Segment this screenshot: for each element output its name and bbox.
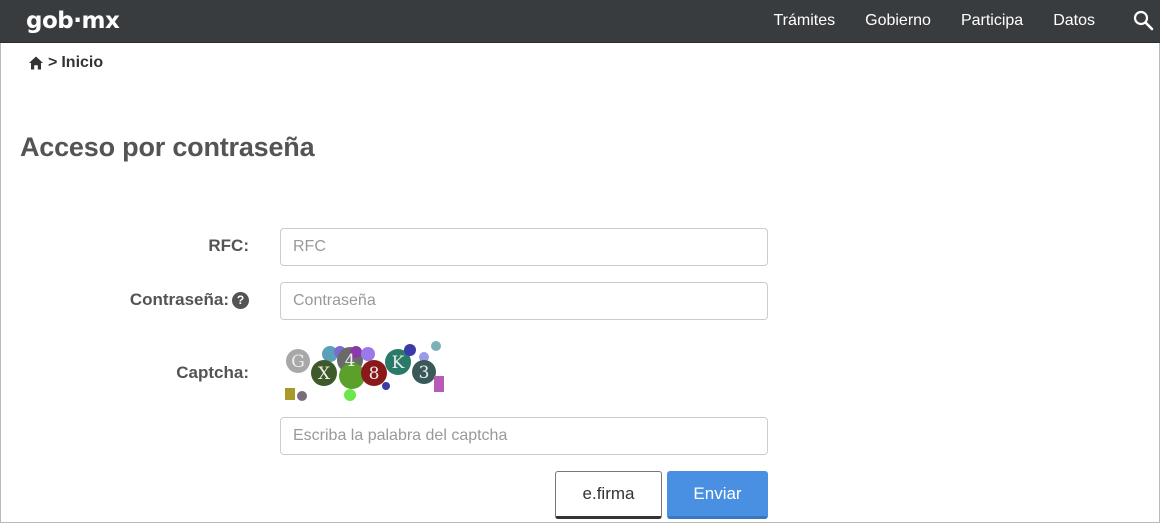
efirma-button[interactable]: e.firma — [555, 471, 662, 519]
captcha-label: Captcha: — [176, 363, 249, 383]
main-nav: Trámites Gobierno Participa Datos — [758, 0, 1110, 42]
breadcrumb-current[interactable]: Inicio — [61, 54, 103, 72]
captcha-char-3: 4 — [345, 351, 356, 371]
search-icon[interactable] — [1132, 9, 1156, 33]
top-navbar: gob·mx Trámites Gobierno Participa Datos — [0, 0, 1160, 43]
gobmx-logo[interactable]: gob·mx — [26, 7, 120, 35]
captcha-char-1: G — [291, 352, 305, 372]
nav-link-datos[interactable]: Datos — [1038, 0, 1110, 42]
nav-link-participa[interactable]: Participa — [946, 0, 1038, 42]
rfc-label: RFC: — [208, 236, 249, 256]
nav-link-tramites[interactable]: Trámites — [758, 0, 850, 42]
captcha-image: G X 4 8 K 3 — [280, 340, 450, 404]
breadcrumb-separator: > — [48, 54, 58, 71]
submit-button[interactable]: Enviar — [667, 471, 768, 519]
captcha-input[interactable] — [280, 417, 768, 455]
password-input[interactable] — [280, 282, 768, 320]
captcha-char-2: X — [318, 364, 331, 384]
breadcrumb: > Inicio — [28, 52, 103, 74]
question-circle-icon[interactable]: ? — [232, 291, 249, 309]
captcha-char-4: 8 — [369, 364, 380, 384]
page-title: Acceso por contraseña — [20, 132, 315, 162]
password-label-text: Contraseña: — [129, 290, 229, 309]
captcha-char-6: 3 — [419, 363, 430, 383]
rfc-input[interactable] — [280, 228, 768, 266]
password-label: Contraseña: ? — [130, 290, 249, 310]
home-icon[interactable] — [28, 55, 44, 71]
rfc-label-text: RFC: — [208, 236, 249, 255]
nav-link-gobierno[interactable]: Gobierno — [850, 0, 946, 42]
captcha-char-5: K — [392, 353, 405, 373]
captcha-label-text: Captcha: — [176, 363, 249, 382]
